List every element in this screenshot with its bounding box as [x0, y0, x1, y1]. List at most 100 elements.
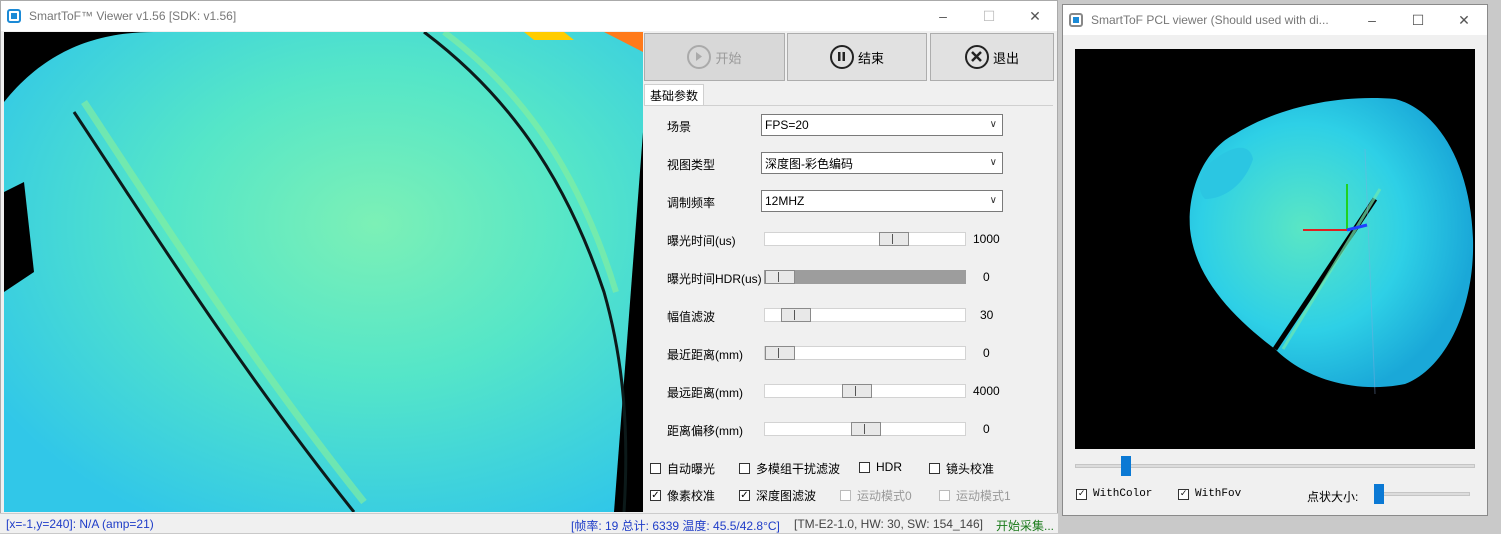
offset-value: 0 [983, 422, 990, 436]
freq-label: 调制频率 [667, 196, 716, 210]
close-circle-icon [964, 45, 989, 69]
hw-status: [TM-E2-1.0, HW: 30, SW: 154_146] [794, 517, 983, 531]
pause-icon [829, 45, 854, 69]
pcl-app-icon [1069, 13, 1083, 27]
slider-thumb[interactable] [879, 232, 909, 246]
checkbox-box [650, 463, 661, 474]
scene-select[interactable]: FPS=20 ∨ [761, 114, 1003, 136]
chevron-down-icon: ∨ [989, 157, 997, 168]
view-type-select[interactable]: 深度图-彩色编码 ∨ [761, 152, 1003, 174]
close-icon[interactable]: ✕ [1012, 1, 1058, 31]
stop-label: 结束 [857, 50, 884, 66]
offset-label: 距离偏移(mm) [667, 424, 743, 438]
checkbox-box [939, 490, 950, 501]
pcl-view-slider-thumb[interactable] [1121, 456, 1131, 476]
hdr-exposure-slider[interactable] [764, 270, 966, 284]
slider-thumb[interactable] [851, 422, 881, 436]
maximize-icon[interactable]: ☐ [1395, 5, 1441, 35]
with-color-label: WithColor [1093, 488, 1153, 500]
far-dist-slider[interactable] [764, 384, 966, 398]
freq-value: 12MHZ [765, 194, 805, 208]
app-icon [7, 9, 21, 23]
lens-calib-label: 镜头校准 [946, 462, 995, 476]
scene-value: FPS=20 [765, 118, 809, 132]
with-fov-checkbox[interactable]: ✓ WithFov [1178, 488, 1241, 500]
stop-button[interactable]: 结束 [787, 33, 927, 81]
amp-filter-label: 幅值滤波 [667, 310, 716, 324]
amp-filter-slider[interactable] [764, 308, 966, 322]
exposure-label: 曝光时间(us) [667, 234, 736, 248]
auto-exposure-checkbox[interactable]: 自动曝光 [650, 460, 715, 477]
offset-slider[interactable] [764, 422, 966, 436]
scene-label: 场景 [667, 120, 692, 134]
exit-button[interactable]: 退出 [930, 33, 1054, 81]
viewer-titlebar: SmartToF™ Viewer v1.56 [SDK: v1.56] – ☐ … [1, 1, 1057, 31]
depth-filter-checkbox[interactable]: ✓ 深度图滤波 [739, 487, 816, 504]
multi-filter-label: 多模组干扰滤波 [756, 462, 841, 476]
exposure-slider[interactable] [764, 232, 966, 246]
checkbox-box [840, 490, 851, 501]
check-icon: ✓ [650, 490, 661, 501]
maximize-icon[interactable]: ☐ [966, 1, 1012, 31]
lens-calib-checkbox[interactable]: 镜头校准 [929, 460, 994, 477]
minimize-icon[interactable]: – [920, 1, 966, 31]
motion0-label: 运动模式0 [857, 489, 912, 503]
depth-filter-label: 深度图滤波 [756, 489, 817, 503]
with-color-checkbox[interactable]: ✓ WithColor [1076, 488, 1152, 500]
freq-select[interactable]: 12MHZ ∨ [761, 190, 1003, 212]
chevron-down-icon: ∨ [989, 119, 997, 130]
minimize-icon[interactable]: – [1349, 5, 1395, 35]
amp-filter-value: 30 [980, 308, 994, 322]
hdr-exposure-value: 0 [983, 270, 990, 284]
chevron-down-icon: ∨ [989, 195, 997, 206]
slider-thumb[interactable] [781, 308, 811, 322]
start-button[interactable]: 开始 [644, 33, 785, 81]
near-dist-label: 最近距离(mm) [667, 348, 743, 362]
near-dist-value: 0 [983, 346, 990, 360]
slider-thumb[interactable] [765, 346, 795, 360]
motion1-checkbox[interactable]: 运动模式1 [939, 487, 1011, 504]
frame-status: [帧率: 19 总计: 6339 温度: 45.5/42.8°C] [571, 519, 780, 533]
slider-thumb[interactable] [842, 384, 872, 398]
checkbox-box [929, 463, 940, 474]
pcl-window-title: SmartToF PCL viewer (Should used with di… [1091, 13, 1329, 27]
check-icon: ✓ [1178, 488, 1189, 500]
view-type-value: 深度图-彩色编码 [765, 156, 853, 171]
far-dist-value: 4000 [973, 384, 1000, 398]
state-status: 开始采集... [996, 519, 1055, 533]
hdr-exposure-label: 曝光时间HDR(us) [667, 272, 762, 286]
auto-exposure-label: 自动曝光 [667, 462, 716, 476]
view-type-label: 视图类型 [667, 158, 716, 172]
checkbox-box [859, 461, 870, 473]
viewer-window-title: SmartToF™ Viewer v1.56 [SDK: v1.56] [29, 9, 237, 23]
close-icon[interactable]: ✕ [1441, 5, 1487, 35]
pixel-calib-label: 像素校准 [667, 489, 716, 503]
start-label: 开始 [715, 50, 742, 66]
point-size-slider[interactable] [1376, 492, 1470, 496]
exposure-value: 1000 [973, 232, 1000, 246]
point-cloud-canvas[interactable] [1075, 49, 1475, 449]
depth-image[interactable] [4, 32, 643, 512]
with-fov-label: WithFov [1195, 488, 1242, 500]
cursor-status: [x=-1,y=240]: N/A (amp=21) [6, 517, 154, 531]
check-icon: ✓ [1076, 488, 1087, 500]
pixel-calib-checkbox[interactable]: ✓ 像素校准 [650, 487, 715, 504]
hdr-label: HDR [876, 460, 902, 474]
status-bar: [x=-1,y=240]: N/A (amp=21) [帧率: 19 总计: 6… [0, 513, 1058, 533]
multi-filter-checkbox[interactable]: 多模组干扰滤波 [739, 460, 840, 477]
motion0-checkbox[interactable]: 运动模式0 [840, 487, 912, 504]
far-dist-label: 最远距离(mm) [667, 386, 743, 400]
checkbox-box [739, 463, 750, 474]
pcl-titlebar: SmartToF PCL viewer (Should used with di… [1063, 5, 1487, 35]
pcl-view-slider[interactable] [1075, 464, 1475, 468]
point-size-slider-thumb[interactable] [1374, 484, 1384, 504]
motion1-label: 运动模式1 [956, 489, 1011, 503]
exit-label: 退出 [992, 50, 1019, 66]
check-icon: ✓ [739, 490, 750, 501]
tab-basic-params[interactable]: 基础参数 [644, 84, 704, 106]
hdr-checkbox[interactable]: HDR [859, 460, 902, 474]
play-icon [687, 45, 712, 69]
near-dist-slider[interactable] [764, 346, 966, 360]
point-size-label: 点状大小: [1307, 490, 1359, 504]
slider-thumb[interactable] [765, 270, 795, 284]
